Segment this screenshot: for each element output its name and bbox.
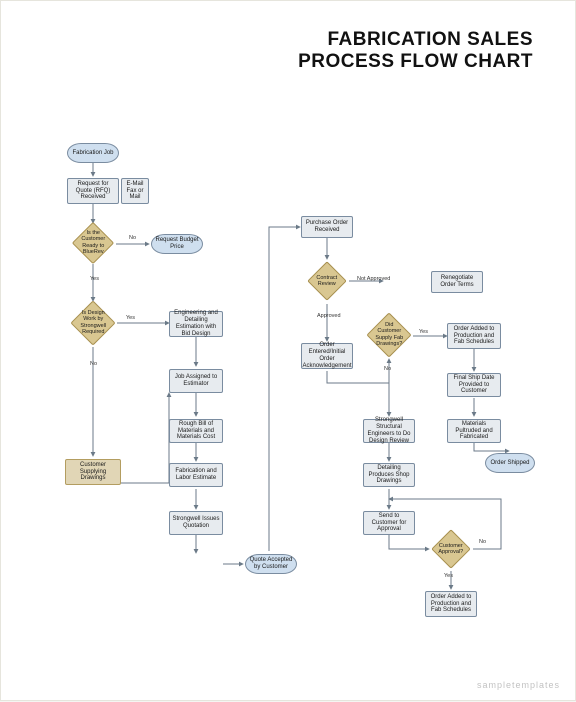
node-rfq: Request for Quote (RFQ) Received (67, 178, 119, 204)
node-order-added: Order Added to Production and Fab Schedu… (447, 323, 501, 349)
node-final-ship: Final Ship Date Provided to Customer (447, 373, 501, 397)
node-quote-accept: Quote Accepted by Customer (245, 554, 297, 574)
watermark: sampletemplates (477, 680, 560, 690)
node-fab-est: Fabrication and Labor Estimate (169, 463, 223, 487)
connector-lines (1, 1, 576, 702)
node-q-contract: Contract Review (307, 261, 347, 301)
label-yes-4: Yes (444, 573, 453, 579)
node-reneg: Renegotiate Order Terms (431, 271, 483, 293)
node-structural: Strongwell Structural Engineers to Do De… (363, 419, 415, 443)
node-assign: Job Assigned to Estimator (169, 369, 223, 393)
node-q-bluerev: Is the Customer Ready to BlueRev (72, 222, 114, 264)
label-yes-2: Yes (126, 315, 135, 321)
page: FABRICATION SALES PROCESS FLOW CHART (0, 0, 576, 701)
label-yes-3: Yes (419, 329, 428, 335)
label-no-4: No (479, 539, 486, 545)
node-po: Purchase Order Received (301, 216, 353, 238)
label-no-1: No (129, 235, 136, 241)
node-pultruded: Materials Pultruded and Fabricated (447, 419, 501, 443)
node-q-design: Is Design Work by Strongwell Required (70, 300, 115, 345)
node-send-cust: Send to Customer for Approval (363, 511, 415, 535)
node-detailing: Detailing Produces Shop Drawings (363, 463, 415, 487)
label-yes-1: Yes (90, 276, 99, 282)
label-no-2: No (90, 361, 97, 367)
node-order-added2: Order Added to Production and Fab Schedu… (425, 591, 477, 617)
node-start: Fabrication Job (67, 143, 119, 163)
node-q-cust-approval: Customer Approval? (431, 529, 471, 569)
label-no-3: No (384, 366, 391, 372)
node-cust-supply: Customer Supplying Drawings (65, 459, 121, 485)
node-shipped: Order Shipped (485, 453, 535, 473)
node-engineering: Engineering and Detailing Estimation wit… (169, 311, 223, 337)
flowchart-canvas: Fabrication Job Request for Quote (RFQ) … (1, 1, 575, 700)
label-approved: Approved (317, 313, 341, 319)
node-req-budget: Request Budget Price (151, 234, 203, 254)
node-rfq-side: E-Mail Fax or Mail (121, 178, 149, 204)
node-order-entered: Order Entered/Initial Order Acknowledgem… (301, 343, 353, 369)
node-issues-quot: Strongwell Issues Quotation (169, 511, 223, 535)
node-bill: Rough Bill of Materials and Materials Co… (169, 419, 223, 443)
node-q-supply-fab: Did Customer Supply Fab Drawings? (366, 312, 411, 357)
label-not-approved: Not Approved (357, 276, 390, 282)
